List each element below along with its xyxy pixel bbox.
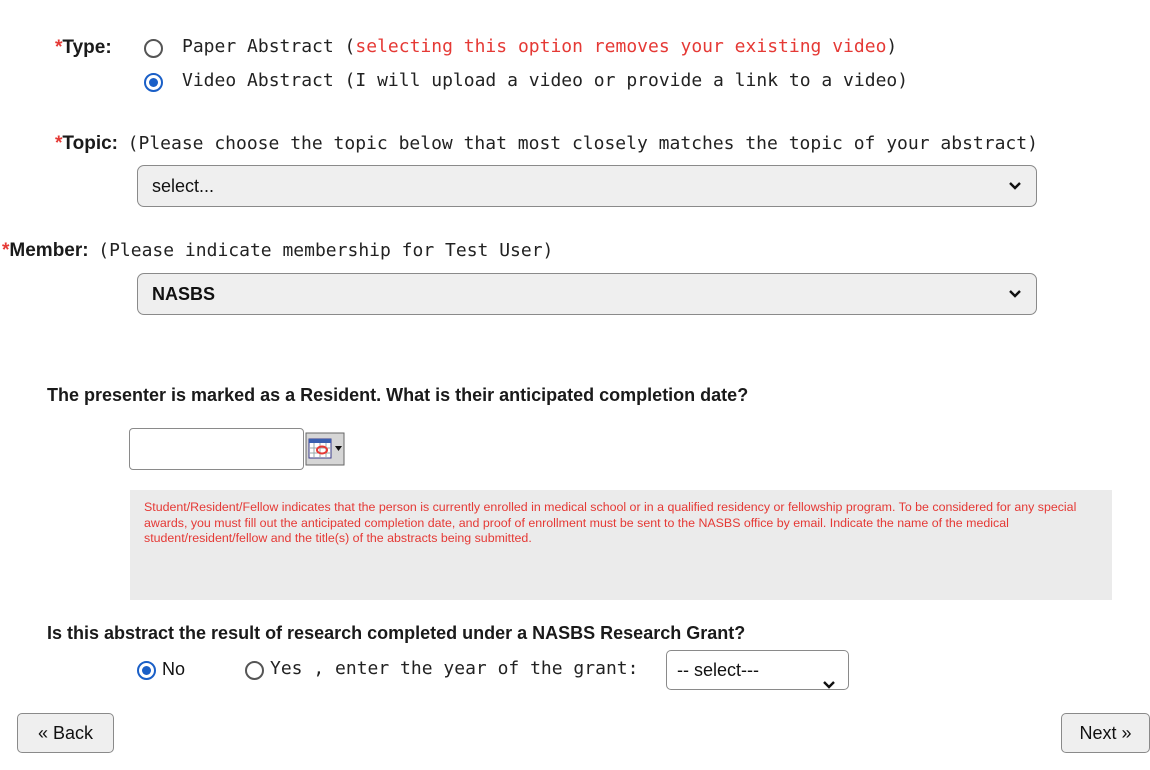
type-label: Type: [62, 37, 112, 58]
calendar-button[interactable] [305, 432, 345, 466]
radio-paper-abstract[interactable] [144, 39, 163, 58]
topic-label-group: *Topic: (Please choose the topic below t… [55, 133, 1038, 155]
grant-yes-label: Yes , enter the year of the grant: [270, 658, 639, 679]
option-paper-abstract-text: Paper Abstract (selecting this option re… [182, 36, 897, 57]
completion-date-input[interactable] [129, 428, 304, 470]
grant-year-value: -- select--- [677, 660, 759, 680]
grant-question: Is this abstract the result of research … [47, 623, 746, 643]
paper-abstract-label: Paper Abstract ( [182, 36, 356, 57]
radio-video-abstract[interactable] [144, 73, 163, 92]
member-label: Member: [9, 240, 89, 261]
radio-grant-yes[interactable] [245, 661, 264, 680]
chevron-down-icon [1008, 274, 1022, 314]
topic-hint: (Please choose the topic below that most… [127, 133, 1038, 154]
paper-abstract-suffix: ) [886, 36, 898, 57]
completion-date-question: The presenter is marked as a Resident. W… [47, 385, 749, 405]
calendar-icon [305, 432, 345, 466]
member-hint: (Please indicate membership for Test Use… [98, 240, 554, 261]
member-label-group: *Member: (Please indicate membership for… [2, 240, 553, 262]
member-select[interactable]: NASBS [137, 273, 1037, 315]
topic-select-value: select... [152, 176, 215, 196]
chevron-down-icon [822, 665, 836, 703]
paper-abstract-warning: selecting this option removes your exist… [355, 36, 887, 57]
radio-grant-no[interactable] [137, 661, 156, 680]
video-abstract-label: Video Abstract (I will upload a video or… [182, 70, 909, 91]
grant-year-select[interactable]: -- select--- [666, 650, 849, 690]
type-label-group: *Type: [55, 37, 112, 59]
member-select-value: NASBS [152, 284, 216, 304]
next-button[interactable]: Next » [1061, 713, 1150, 753]
grant-no-label: No [162, 659, 186, 679]
topic-select[interactable]: select... [137, 165, 1037, 207]
chevron-down-icon [1008, 166, 1022, 206]
topic-label: Topic: [62, 133, 118, 154]
back-button[interactable]: « Back [17, 713, 114, 753]
student-resident-notice: Student/Resident/Fellow indicates that t… [130, 490, 1112, 600]
